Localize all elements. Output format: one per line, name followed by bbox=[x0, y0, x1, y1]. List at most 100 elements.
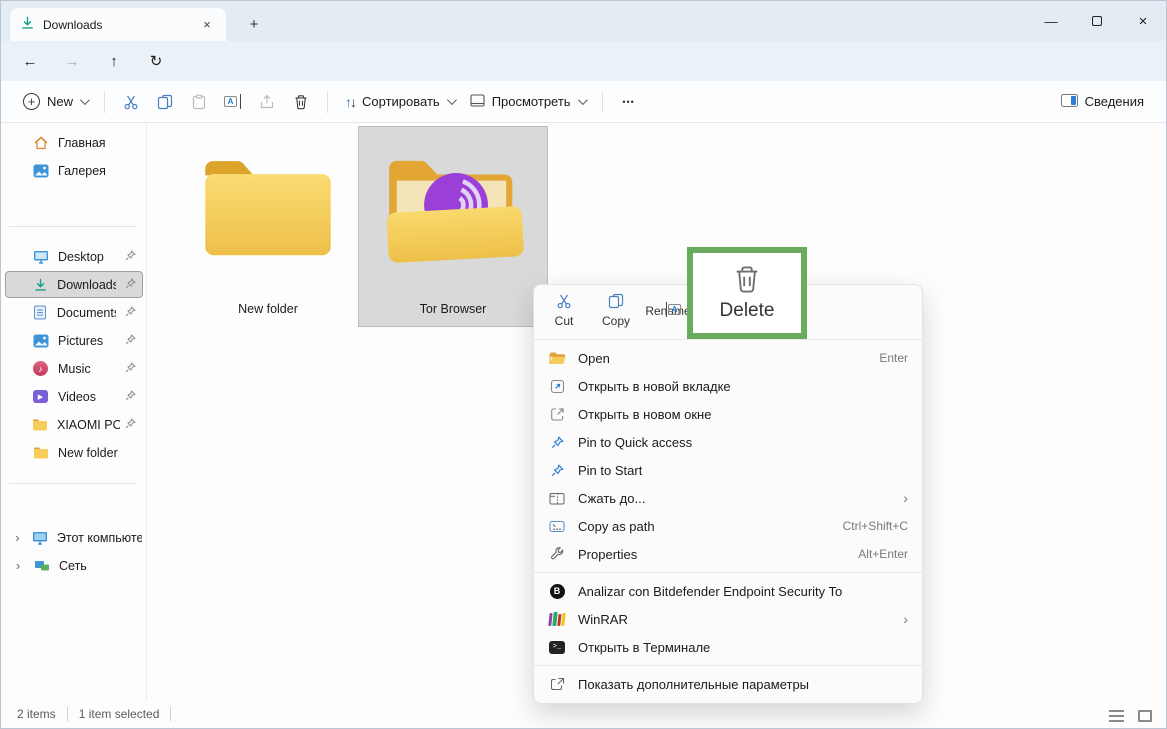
sidebar-item-pictures[interactable]: Pictures bbox=[5, 327, 143, 354]
chevron-down-icon bbox=[447, 95, 457, 105]
cut-menu-button[interactable]: Cut bbox=[538, 293, 590, 328]
downloads-icon bbox=[32, 278, 48, 292]
view-button[interactable]: Просмотреть bbox=[462, 88, 593, 116]
thumbnail-view-icon[interactable] bbox=[1138, 710, 1152, 722]
sidebar-item-desktop[interactable]: Desktop bbox=[5, 243, 143, 270]
delete-button[interactable] bbox=[284, 87, 318, 117]
sidebar-item-label: New folder bbox=[58, 446, 118, 460]
file-name: Tor Browser bbox=[420, 302, 487, 316]
file-tile-new-folder[interactable]: New folder bbox=[173, 126, 363, 327]
refresh-button[interactable]: ↻ bbox=[143, 49, 169, 73]
copy-menu-button[interactable]: Copy bbox=[590, 293, 642, 328]
music-icon: ♪ bbox=[32, 361, 49, 376]
details-pane-button[interactable]: Сведения bbox=[1053, 88, 1152, 116]
menu-item-pin-to-start[interactable]: Pin to Start bbox=[534, 456, 922, 484]
sidebar-item-documents[interactable]: Documents bbox=[5, 299, 143, 326]
delete-annotation[interactable]: Delete bbox=[687, 247, 807, 339]
items-count: 2 items bbox=[17, 707, 56, 721]
copy-button[interactable] bbox=[148, 87, 182, 117]
menu-item-label: Открыть в Терминале bbox=[578, 640, 710, 655]
menu-item-open[interactable]: Open Enter bbox=[534, 344, 922, 372]
new-button[interactable]: + New bbox=[15, 87, 95, 116]
sidebar-item-xiaomi-poco[interactable]: XIAOMI POCO F bbox=[5, 411, 143, 438]
rename-button[interactable]: A bbox=[216, 87, 250, 117]
sidebar-item-label: Desktop bbox=[58, 250, 104, 264]
menu-item-copy-as-path[interactable]: Copy as path Ctrl+Shift+C bbox=[534, 512, 922, 540]
sidebar-item-label: Галерея bbox=[58, 164, 106, 178]
address-bar: ← → ↑ ↻ › Downloads › bbox=[1, 41, 1166, 81]
submenu-arrow-icon: › bbox=[903, 611, 908, 627]
up-button[interactable]: ↑ bbox=[101, 49, 127, 73]
sidebar-item-gallery[interactable]: Галерея bbox=[5, 157, 143, 184]
file-tile-tor-browser[interactable]: Tor Browser bbox=[358, 126, 548, 327]
menu-item-open-in-terminal[interactable]: >_ Открыть в Терминале bbox=[534, 633, 922, 661]
menu-item-open-new-window[interactable]: Открыть в новом окне bbox=[534, 400, 922, 428]
forward-button[interactable]: → bbox=[59, 49, 85, 73]
menu-item-pin-quick-access[interactable]: Pin to Quick access bbox=[534, 428, 922, 456]
open-new-tab-icon bbox=[548, 379, 566, 394]
sidebar-item-videos[interactable]: ▶ Videos bbox=[5, 383, 143, 410]
chevron-down-icon bbox=[578, 95, 588, 105]
zip-icon bbox=[548, 492, 566, 505]
sidebar-item-this-pc[interactable]: › Этот компьютер bbox=[5, 524, 143, 551]
menu-item-compress-to[interactable]: Сжать до... › bbox=[534, 484, 922, 512]
menu-item-label: Pin to Start bbox=[578, 463, 642, 478]
menu-item-label: Pin to Quick access bbox=[578, 435, 692, 450]
menu-item-label: Analizar con Bitdefender Endpoint Securi… bbox=[578, 584, 842, 599]
folder-icon bbox=[32, 446, 49, 459]
bitdefender-icon: B bbox=[548, 584, 566, 599]
toolbar-divider bbox=[104, 91, 105, 113]
tab-downloads[interactable]: Downloads × bbox=[10, 8, 226, 41]
show-more-icon bbox=[548, 677, 566, 691]
menu-item-show-more-options[interactable]: Показать дополнительные параметры bbox=[534, 670, 922, 698]
tab-close-icon[interactable]: × bbox=[198, 16, 216, 34]
sidebar-item-home[interactable]: Главная bbox=[5, 129, 143, 156]
menu-item-bitdefender-scan[interactable]: B Analizar con Bitdefender Endpoint Secu… bbox=[534, 577, 922, 605]
menu-item-winrar[interactable]: WinRAR › bbox=[534, 605, 922, 633]
sidebar-item-label: Сеть bbox=[59, 559, 87, 573]
minimize-button[interactable]: — bbox=[1028, 1, 1074, 41]
sort-button[interactable]: ↑↓ Сортировать bbox=[337, 88, 462, 116]
menu-item-properties[interactable]: Properties Alt+Enter bbox=[534, 540, 922, 568]
menu-item-label: Открыть в новом окне bbox=[578, 407, 711, 422]
list-view-icon[interactable] bbox=[1109, 710, 1124, 722]
sidebar-item-music[interactable]: ♪ Music bbox=[5, 355, 143, 382]
sidebar-item-label: Pictures bbox=[58, 334, 103, 348]
file-name: New folder bbox=[238, 302, 298, 316]
new-tab-button[interactable]: + bbox=[241, 12, 267, 36]
cut-button[interactable] bbox=[114, 87, 148, 117]
more-options-button[interactable]: ••• bbox=[612, 87, 646, 117]
open-new-window-icon bbox=[548, 407, 566, 422]
paste-button[interactable] bbox=[182, 87, 216, 117]
videos-icon: ▶ bbox=[32, 390, 49, 403]
details-pane-icon bbox=[1061, 94, 1078, 110]
menu-item-open-new-tab[interactable]: Открыть в новой вкладке bbox=[534, 372, 922, 400]
share-button[interactable] bbox=[250, 87, 284, 117]
close-button[interactable]: × bbox=[1120, 1, 1166, 41]
menu-shortcut: Ctrl+Shift+C bbox=[843, 519, 908, 533]
expand-chevron-icon[interactable]: › bbox=[12, 558, 24, 573]
pin-icon bbox=[548, 464, 566, 477]
sidebar-item-label: XIAOMI POCO F bbox=[57, 418, 120, 432]
folder-icon bbox=[32, 418, 48, 431]
sidebar-item-new-folder[interactable]: New folder bbox=[5, 439, 143, 466]
pictures-icon bbox=[32, 334, 49, 348]
back-button[interactable]: ← bbox=[17, 49, 43, 73]
view-button-label: Просмотреть bbox=[492, 94, 571, 109]
sidebar-item-downloads[interactable]: Downloads bbox=[5, 271, 143, 298]
network-icon bbox=[33, 559, 50, 573]
pin-icon bbox=[125, 390, 136, 404]
home-icon bbox=[32, 135, 49, 150]
pin-icon bbox=[125, 334, 136, 348]
menu-item-label: Сжать до... bbox=[578, 491, 645, 506]
navigation-pane: Главная Галерея Desktop Downloads bbox=[1, 124, 147, 700]
maximize-button[interactable] bbox=[1074, 1, 1120, 41]
menu-shortcut: Enter bbox=[879, 351, 908, 365]
expand-chevron-icon[interactable]: › bbox=[12, 530, 23, 545]
sidebar-item-label: Главная bbox=[58, 136, 106, 150]
plus-circle-icon: + bbox=[23, 93, 40, 110]
sidebar-item-network[interactable]: › Сеть bbox=[5, 552, 143, 579]
delete-annotation-label: Delete bbox=[720, 300, 775, 322]
sidebar-divider bbox=[9, 483, 136, 484]
folder-closed-icon bbox=[193, 147, 343, 270]
